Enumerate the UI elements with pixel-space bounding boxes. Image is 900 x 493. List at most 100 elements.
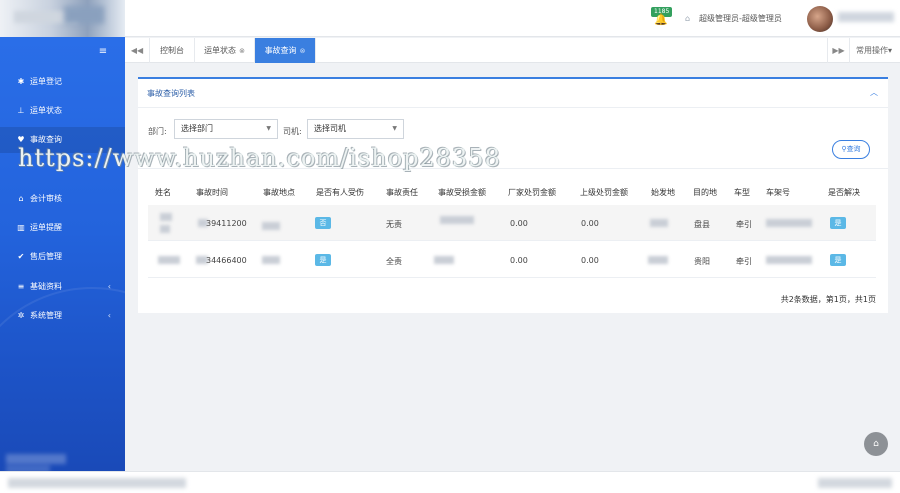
sidebar-item-accounting-audit[interactable]: ⌂ 会计审核 [0,186,125,212]
user-name-obscured [838,12,894,22]
factory-penalty: 0.00 [510,219,528,228]
vehicle-type: 牵引 [736,257,752,266]
caret-down-icon: ▼ [392,125,397,132]
search-button[interactable]: ⚲查询 [832,140,870,159]
tab-bar: ◀◀ 控制台 运单状态 ⊗ 事故查询 ⊗ ▶▶ 常用操作▾ [125,38,900,63]
thumbs-up-icon: ✔ [17,252,25,261]
table-row[interactable]: 39411200 否 无责 0.00 0.00 盘县 牵引 是 [148,205,876,241]
sidebar-item-after-sales[interactable]: ✔ 售后管理 [0,244,125,270]
col-header: 上级处罚金额 [580,188,628,197]
list-icon: ≡ [17,282,25,291]
col-header: 始发地 [651,188,675,197]
tab-accident-query[interactable]: 事故查询 ⊗ [255,38,316,63]
tab-label: 运单状态 [204,46,237,55]
caret-down-icon: ▼ [266,125,271,132]
sidebar-item-basic-data[interactable]: ≡ 基础资料 ‹ [0,274,125,300]
driver-select[interactable]: 选择司机 ▼ [307,119,404,139]
sidebar-item-label: 系统管理 [30,311,62,320]
vin-obscured [766,256,812,264]
sidebar-footer-obscured [6,454,66,464]
panel-title: 事故查询列表 [147,89,195,98]
col-header: 车型 [734,188,750,197]
app-logo[interactable] [0,0,125,37]
tab-waybill-status[interactable]: 运单状态 ⊗ [195,38,255,63]
footer [0,471,900,493]
sidebar-item-waybill-register[interactable]: ✱ 运单登记 [0,69,125,95]
location-obscured [262,256,280,264]
dept-select[interactable]: 选择部门 ▼ [174,119,278,139]
dept-select-value: 选择部门 [181,124,213,133]
footer-copyright-obscured [8,478,186,488]
user-role-label[interactable]: 超级管理员-超级管理员 [699,13,782,24]
col-header: 厂家处罚金额 [508,188,556,197]
liability: 无责 [386,220,402,229]
driver-select-value: 选择司机 [314,124,346,133]
tab-bar-right: ▶▶ 常用操作▾ [827,38,900,63]
table-row[interactable]: 34466400 是 全责 0.00 0.00 贵阳 牵引 是 [148,242,876,278]
home-icon: ⌂ [873,439,879,449]
watermark: https://www.huzhan.com/ishop28358 [18,144,501,172]
col-header: 目的地 [693,188,717,197]
sidebar-item-label: 事故查询 [30,135,62,144]
resolved-badge: 是 [830,217,846,229]
bank-icon: ⌂ [18,194,24,203]
destination: 贵阳 [694,257,710,266]
resolved-badge: 是 [830,254,846,266]
origin-obscured [648,256,668,264]
bell-icon[interactable]: 🔔 [654,13,668,27]
injured-badge: 是 [315,254,331,266]
col-header: 事故地点 [263,188,295,197]
accident-time: 39411200 [206,219,247,228]
accident-time: 34466400 [206,256,247,265]
chevron-left-icon: ‹ [107,311,111,320]
common-operations-menu[interactable]: 常用操作▾ [856,38,892,63]
sidebar-item-label: 售后管理 [30,252,62,261]
sidebar-item-system-admin[interactable]: ✲ 系统管理 ‹ [0,303,125,329]
damage-obscured [440,216,474,224]
col-header: 事故责任 [386,188,418,197]
tab-label: 事故查询 [264,46,297,55]
chevron-left-icon: ‹ [107,282,111,291]
dept-label: 部门: [148,127,167,136]
back-to-top-button[interactable]: ⌂ [864,432,888,456]
tab-scroll-left-icon[interactable]: ◀◀ [125,38,150,63]
avatar[interactable] [807,6,833,32]
destination: 盘县 [694,220,710,229]
vehicle-type: 牵引 [736,220,752,229]
col-header: 是否有人受伤 [316,188,364,197]
name-obscured [160,213,172,221]
gear-icon: ✲ [17,311,25,320]
origin-obscured [650,219,668,227]
col-header: 姓名 [155,188,171,197]
superior-penalty: 0.00 [581,219,599,228]
paw-icon: ✱ [17,77,25,86]
sidebar-item-label: 运单提醒 [30,223,62,232]
pagination-info: 共2条数据，第1页，共1页 [780,295,876,304]
sitemap-icon: ⊥ [17,106,25,115]
sidebar-item-label: 会计审核 [30,194,62,203]
vin-obscured [766,219,812,227]
menu-toggle-icon[interactable]: ≡ [96,46,110,58]
sidebar-item-label: 运单状态 [30,106,62,115]
sidebar-item-waybill-status[interactable]: ⊥ 运单状态 [0,98,125,124]
footer-right-obscured [818,478,892,488]
col-header: 车架号 [766,188,790,197]
injured-badge: 否 [315,217,331,229]
tab-label: 控制台 [160,46,184,55]
sidebar: ≡ ✱ 运单登记 ⊥ 运单状态 ♥ 事故查询 ⌂ 会计审核 ▥ 运单提醒 ✔ 售后管理 ≡ 基… [0,37,125,471]
chevron-up-icon[interactable]: ︿ [870,87,878,98]
close-icon[interactable]: ⊗ [239,47,245,55]
close-icon[interactable]: ⊗ [300,47,306,55]
sidebar-item-label: 基础资料 [30,282,62,291]
search-button-label: 查询 [846,145,861,153]
name-obscured [158,256,180,264]
location-obscured [262,222,280,230]
liability: 全责 [386,257,402,266]
name-obscured [160,225,170,233]
sidebar-item-label: 运单登记 [30,77,62,86]
col-header: 事故受损金额 [438,188,486,197]
tab-dashboard[interactable]: 控制台 [150,38,195,63]
sidebar-item-waybill-reminder[interactable]: ▥ 运单提醒 [0,215,125,241]
tab-scroll-right-icon[interactable]: ▶▶ [828,38,850,63]
driver-label: 司机: [283,127,302,136]
